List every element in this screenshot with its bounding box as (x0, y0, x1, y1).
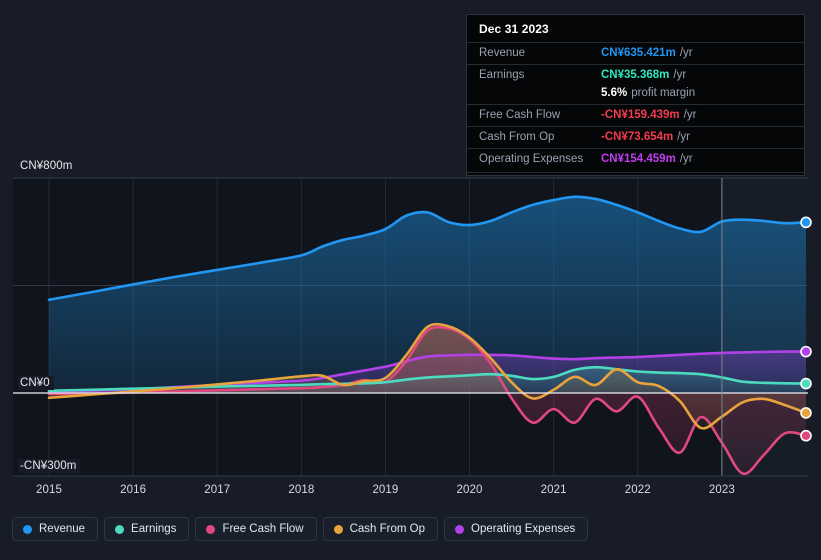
tooltip-text-profit-margin: profit margin (631, 87, 696, 99)
tooltip-value-profit-margin: 5.6% (601, 87, 628, 99)
tooltip-label-earnings: Earnings (479, 69, 525, 81)
tooltip-value-operating-expenses: CN¥154.459m (601, 153, 676, 165)
x-axis-tick-2020: 2020 (456, 484, 483, 496)
tooltip-unit-revenue: /yr (679, 47, 693, 59)
tooltip-unit-operating-expenses: /yr (679, 153, 693, 165)
legend-dot-icon (115, 524, 125, 534)
y-axis-label-zero: CN¥0 (18, 376, 54, 390)
x-axis-tick-2015: 2015 (36, 484, 62, 496)
tooltip-unit-earnings: /yr (673, 69, 687, 81)
endpoint-marker-cash-from-op[interactable] (800, 407, 812, 419)
tooltip-unit-free-cash-flow: /yr (683, 109, 697, 121)
x-axis-tick-2019: 2019 (372, 484, 399, 496)
legend-dot-icon (206, 524, 216, 534)
tooltip-value-earnings: CN¥35.368m (601, 69, 670, 81)
legend-label: Operating Expenses (471, 523, 576, 535)
x-axis-tick-2018: 2018 (288, 484, 315, 496)
tooltip-label-operating-expenses: Operating Expenses (479, 153, 584, 165)
legend-item-earnings[interactable]: Earnings (104, 517, 190, 541)
legend-item-revenue[interactable]: Revenue (12, 517, 99, 541)
chart-legend[interactable]: Revenue Earnings Free Cash Flow Cash From O… (12, 517, 589, 541)
endpoint-marker-earnings[interactable] (800, 377, 812, 390)
endpoint-marker-revenue[interactable] (800, 216, 812, 229)
tooltip-row-profit-margin: 5.6% profit margin (467, 86, 804, 104)
tooltip-label-free-cash-flow: Free Cash Flow (479, 109, 561, 121)
endpoint-marker-free-cash-flow[interactable] (800, 429, 812, 442)
legend-dot-icon (333, 524, 343, 534)
x-axis-tick-2021: 2021 (540, 484, 567, 496)
legend-dot-icon (23, 524, 32, 534)
endpoint-marker-operating-expenses[interactable] (800, 345, 812, 358)
tooltip-value-revenue: CN¥635.421m (601, 47, 676, 59)
x-axis-tick-2023: 2023 (708, 484, 735, 496)
legend-label: Cash From Op (349, 523, 426, 535)
legend-dot-icon (455, 524, 465, 534)
tooltip-label-revenue: Revenue (479, 47, 526, 59)
x-axis-tick-2022: 2022 (624, 484, 651, 496)
y-axis-label-bottom: -CN¥300m (18, 459, 81, 473)
chart-page: { "tooltip": { "date": "Dec 31 2023", "r… (0, 0, 821, 560)
tooltip-footer-divider (467, 172, 804, 173)
tooltip-row-free-cash-flow: Free Cash Flow -CN¥159.439m /yr (467, 104, 804, 126)
legend-item-operating-expenses[interactable]: Operating Expenses (444, 517, 589, 541)
tooltip-label-cash-from-op: Cash From Op (479, 131, 555, 143)
tooltip-value-free-cash-flow: -CN¥159.439m (601, 109, 680, 121)
tooltip-row-revenue: Revenue CN¥635.421m /yr (467, 42, 804, 64)
legend-label: Free Cash Flow (222, 523, 304, 535)
legend-label: Earnings (131, 523, 177, 535)
tooltip-row-operating-expenses: Operating Expenses CN¥154.459m /yr (467, 148, 804, 170)
tooltip-unit-cash-from-op: /yr (677, 131, 691, 143)
legend-item-free-cash-flow[interactable]: Free Cash Flow (195, 517, 317, 541)
tooltip-value-cash-from-op: -CN¥73.654m (601, 131, 674, 143)
data-tooltip: Dec 31 2023 Revenue CN¥635.421m /yr Earn… (466, 14, 805, 176)
legend-item-cash-from-op[interactable]: Cash From Op (322, 517, 439, 541)
tooltip-date: Dec 31 2023 (479, 22, 549, 36)
x-axis-tick-2016: 2016 (120, 484, 147, 496)
legend-label: Revenue (39, 523, 86, 535)
tooltip-row-cash-from-op: Cash From Op -CN¥73.654m /yr (467, 126, 804, 148)
x-axis-tick-2017: 2017 (204, 484, 231, 496)
y-axis-label-top: CN¥800m (18, 159, 77, 173)
tooltip-row-earnings: Earnings CN¥35.368m /yr (467, 64, 804, 86)
